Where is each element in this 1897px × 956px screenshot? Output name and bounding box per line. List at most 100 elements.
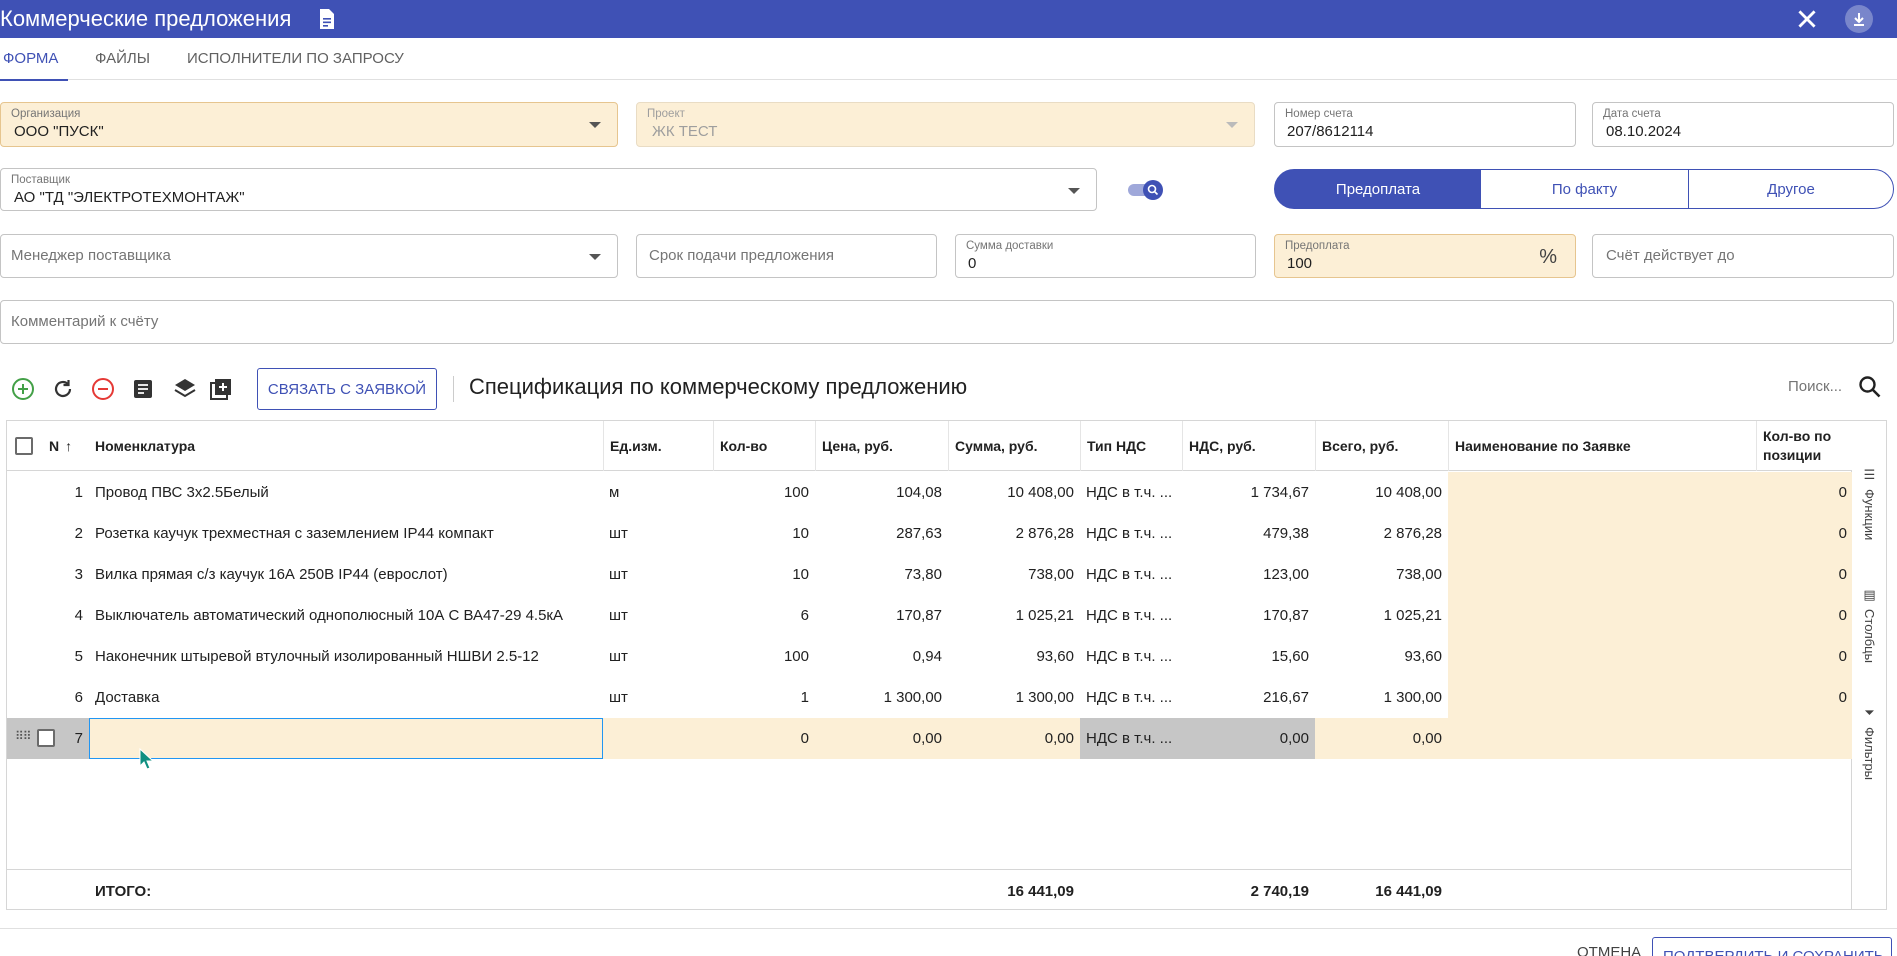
cell-name[interactable]: Вилка прямая с/з каучук 16А 250В IP44 (е… [89,554,603,595]
search-input[interactable]: Поиск... [1788,378,1842,395]
cell-price[interactable]: 73,80 [815,554,948,595]
cell-vat-type[interactable]: НДС в т.ч. ... [1080,595,1182,636]
close-icon[interactable] [1794,6,1820,32]
payment-actual-button[interactable]: По факту [1481,169,1689,209]
col-vat-type[interactable]: Тип НДС [1080,421,1182,471]
col-n[interactable]: N ↑ [43,421,89,471]
organization-select[interactable]: Организация ООО "ПУСК" [0,102,618,147]
cell-name[interactable]: Выключатель автоматический однополюсный … [89,595,603,636]
cell-total[interactable]: 738,00 [1315,554,1448,595]
col-sum[interactable]: Сумма, руб. [948,421,1080,471]
remove-row-icon[interactable] [89,375,117,403]
cell-price[interactable]: 287,63 [815,513,948,554]
tab-form[interactable]: ФОРМА [3,50,58,67]
cell-total[interactable]: 2 876,28 [1315,513,1448,554]
cell-vat[interactable]: 15,60 [1182,636,1315,677]
select-all-checkbox[interactable] [15,437,33,455]
cell-total[interactable]: 10 408,00 [1315,472,1448,513]
add-row-icon[interactable] [9,375,37,403]
cell-total[interactable]: 1 300,00 [1315,677,1448,718]
cell-request-name[interactable] [1448,472,1756,513]
cell-price[interactable]: 1 300,00 [815,677,948,718]
col-vat[interactable]: НДС, руб. [1182,421,1315,471]
cell-request-name[interactable] [1448,718,1756,759]
cell-vat[interactable]: 170,87 [1182,595,1315,636]
cell-name[interactable]: Наконечник штыревой втулочный изолирован… [89,636,603,677]
table-row[interactable]: 4 Выключатель автоматический однополюсный… [7,595,1853,636]
tab-executors[interactable]: ИСПОЛНИТЕЛИ ПО ЗАПРОСУ [187,50,404,67]
cell-qty[interactable]: 10 [713,554,815,595]
supplier-select[interactable]: Поставщик АО "ТД "ЭЛЕКТРОТЕХМОНТАЖ" [0,168,1097,211]
cell-request-name[interactable] [1448,595,1756,636]
cell-position-qty[interactable]: 0 [1756,677,1853,718]
comment-field[interactable]: Комментарий к счёту [0,300,1894,344]
cell-position-qty[interactable]: 0 [1756,513,1853,554]
cell-vat[interactable]: 216,67 [1182,677,1315,718]
delivery-sum-field[interactable]: Сумма доставки 0 [955,234,1256,278]
confirm-save-button[interactable]: ПОДТВЕРДИТЬ И СОХРАНИТЬ [1652,937,1892,956]
payment-other-button[interactable]: Другое [1688,169,1894,209]
cell-qty[interactable]: 100 [713,472,815,513]
offer-deadline-field[interactable]: Срок подачи предложения [636,234,937,278]
cell-vat-type[interactable]: НДС в т.ч. ... [1080,636,1182,677]
cell-position-qty[interactable]: 0 [1756,472,1853,513]
cell-name[interactable] [89,718,603,759]
cell-price[interactable]: 0,94 [815,636,948,677]
refresh-icon[interactable] [49,375,77,403]
invoice-date-field[interactable]: Дата счета 08.10.2024 [1592,102,1894,147]
cell-total[interactable]: 1 025,21 [1315,595,1448,636]
cell-unit[interactable]: м [603,472,713,513]
cell-qty[interactable]: 1 [713,677,815,718]
invoice-number-field[interactable]: Номер счета 207/8612114 [1274,102,1576,147]
cell-sum[interactable]: 2 876,28 [948,513,1080,554]
cell-sum[interactable]: 738,00 [948,554,1080,595]
cell-unit[interactable]: шт [603,595,713,636]
cell-request-name[interactable] [1448,554,1756,595]
cell-vat-type[interactable]: НДС в т.ч. ... [1080,554,1182,595]
cell-sum[interactable]: 1 025,21 [948,595,1080,636]
cell-vat[interactable]: 1 734,67 [1182,472,1315,513]
table-row[interactable]: ⠿⠿ 7 0 0,00 0,00 НДС в т.ч. ... 0,00 0,00 [7,718,1853,759]
cell-name[interactable]: Провод ПВС 3х2.5Белый [89,472,603,513]
side-columns[interactable]: ▤ Столбцы [1852,587,1887,663]
table-row[interactable]: 6 Доставка шт 1 1 300,00 1 300,00 НДС в т.ч. .… [7,677,1853,718]
drag-handle-icon[interactable]: ⠿⠿ [15,729,32,743]
cell-total[interactable]: 93,60 [1315,636,1448,677]
cell-position-qty[interactable] [1756,718,1853,759]
search-icon[interactable] [1857,374,1883,400]
side-functions[interactable]: ☰ Функции [1852,467,1887,540]
cell-vat[interactable]: 123,00 [1182,554,1315,595]
cell-unit[interactable]: шт [603,554,713,595]
cell-unit[interactable]: шт [603,677,713,718]
col-request-name[interactable]: Наименование по Заявке [1448,421,1756,471]
payment-prepaid-button[interactable]: Предоплата [1274,169,1482,209]
cell-vat[interactable]: 0,00 [1182,718,1315,759]
col-name[interactable]: Номенклатура [89,421,603,471]
col-unit[interactable]: Ед.изм. [603,421,713,471]
supplier-manager-select[interactable]: Менеджер поставщика [0,234,618,278]
project-select[interactable]: Проект ЖК ТЕСТ [636,102,1255,147]
cell-price[interactable]: 0,00 [815,718,948,759]
cell-request-name[interactable] [1448,677,1756,718]
cell-vat-type[interactable]: НДС в т.ч. ... [1080,677,1182,718]
col-qty[interactable]: Кол-во [713,421,815,471]
cancel-button[interactable]: ОТМЕНА [1577,944,1641,956]
layers-icon[interactable] [171,375,199,403]
cell-total[interactable]: 0,00 [1315,718,1448,759]
cell-request-name[interactable] [1448,636,1756,677]
cell-name[interactable]: Доставка [89,677,603,718]
cell-sum[interactable]: 10 408,00 [948,472,1080,513]
download-icon[interactable] [1845,5,1873,33]
cell-sum[interactable]: 0,00 [948,718,1080,759]
cell-name[interactable]: Розетка каучук трехместная с заземлением… [89,513,603,554]
supplier-search-toggle[interactable] [1128,179,1166,201]
cell-qty[interactable]: 10 [713,513,815,554]
valid-until-field[interactable]: Счёт действует до [1592,234,1894,278]
notes-icon[interactable] [129,375,157,403]
cell-unit[interactable]: шт [603,513,713,554]
cell-vat-type[interactable]: НДС в т.ч. ... [1080,718,1182,759]
cell-vat-type[interactable]: НДС в т.ч. ... [1080,513,1182,554]
cell-qty[interactable]: 0 [713,718,815,759]
cell-vat-type[interactable]: НДС в т.ч. ... [1080,472,1182,513]
document-icon[interactable] [314,6,338,32]
